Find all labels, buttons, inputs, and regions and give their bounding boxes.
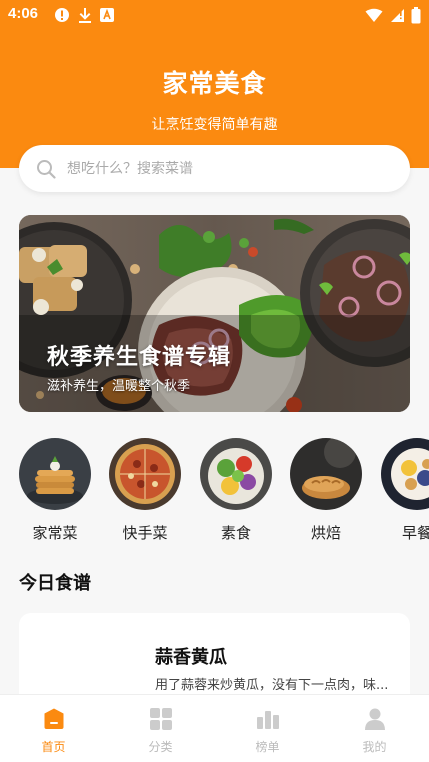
status-bar: 4:06 (0, 0, 429, 30)
search-bar[interactable] (19, 145, 410, 192)
tab-profile[interactable]: 我的 (321, 695, 428, 762)
tab-label: 分类 (148, 740, 173, 754)
battery-icon (411, 6, 421, 23)
status-time: 4:06 (8, 5, 39, 22)
grid-icon (150, 708, 172, 730)
category-item-breakfast[interactable]: 早餐 (380, 438, 429, 543)
alert-icon (55, 8, 69, 22)
tab-home[interactable]: 首页 (0, 695, 107, 762)
category-label: 烘焙 (310, 524, 341, 542)
tab-ranking[interactable]: 榜单 (214, 695, 321, 762)
tab-label: 榜单 (255, 740, 280, 754)
section-title-today: 今日食谱 (19, 573, 91, 594)
category-list: 家常菜 快手菜 素食 烘焙 早餐 (0, 438, 429, 548)
app-title: 家常美食 (162, 69, 267, 98)
search-icon (37, 160, 56, 179)
category-label: 快手菜 (122, 524, 168, 542)
recipe-name: 蒜香黄瓜 (155, 647, 227, 668)
signal-icon (391, 8, 404, 22)
recipe-description: 用了蒜蓉来炒黄瓜，没有下一点肉，味... (155, 678, 389, 693)
profile-icon (365, 708, 385, 730)
tab-label: 首页 (41, 740, 66, 754)
app-subtitle: 让烹饪变得简单有趣 (151, 117, 278, 133)
font-app-icon (100, 8, 114, 22)
tab-label: 我的 (362, 740, 387, 754)
banner[interactable]: 秋季养生食谱专辑 滋补养生，温暖整个秋季 (19, 215, 410, 412)
bread-icon (290, 438, 362, 510)
pizza-icon (109, 438, 181, 510)
category-item-vegetarian[interactable]: 素食 (199, 438, 273, 543)
breakfast-plate-icon (381, 438, 429, 510)
banner-title: 秋季养生食谱专辑 (47, 345, 232, 370)
category-item-quick[interactable]: 快手菜 (108, 438, 182, 543)
category-label: 家常菜 (32, 524, 78, 542)
download-icon (79, 8, 91, 23)
banner-subtitle: 滋补养生，温暖整个秋季 (47, 379, 191, 394)
category-item-baking[interactable]: 烘焙 (289, 438, 363, 543)
search-input[interactable] (67, 157, 387, 181)
category-item-homestyle[interactable]: 家常菜 (18, 438, 92, 543)
wifi-icon (365, 8, 383, 22)
tab-category[interactable]: 分类 (107, 695, 214, 762)
category-label: 早餐 (401, 524, 429, 542)
bottom-tab-bar: 首页 分类 榜单 我的 (0, 694, 429, 762)
ranking-icon (257, 711, 279, 729)
home-icon (44, 708, 64, 729)
pancake-stack-icon (19, 438, 91, 510)
category-label: 素食 (220, 524, 251, 542)
vegetable-bowl-icon (200, 438, 272, 510)
